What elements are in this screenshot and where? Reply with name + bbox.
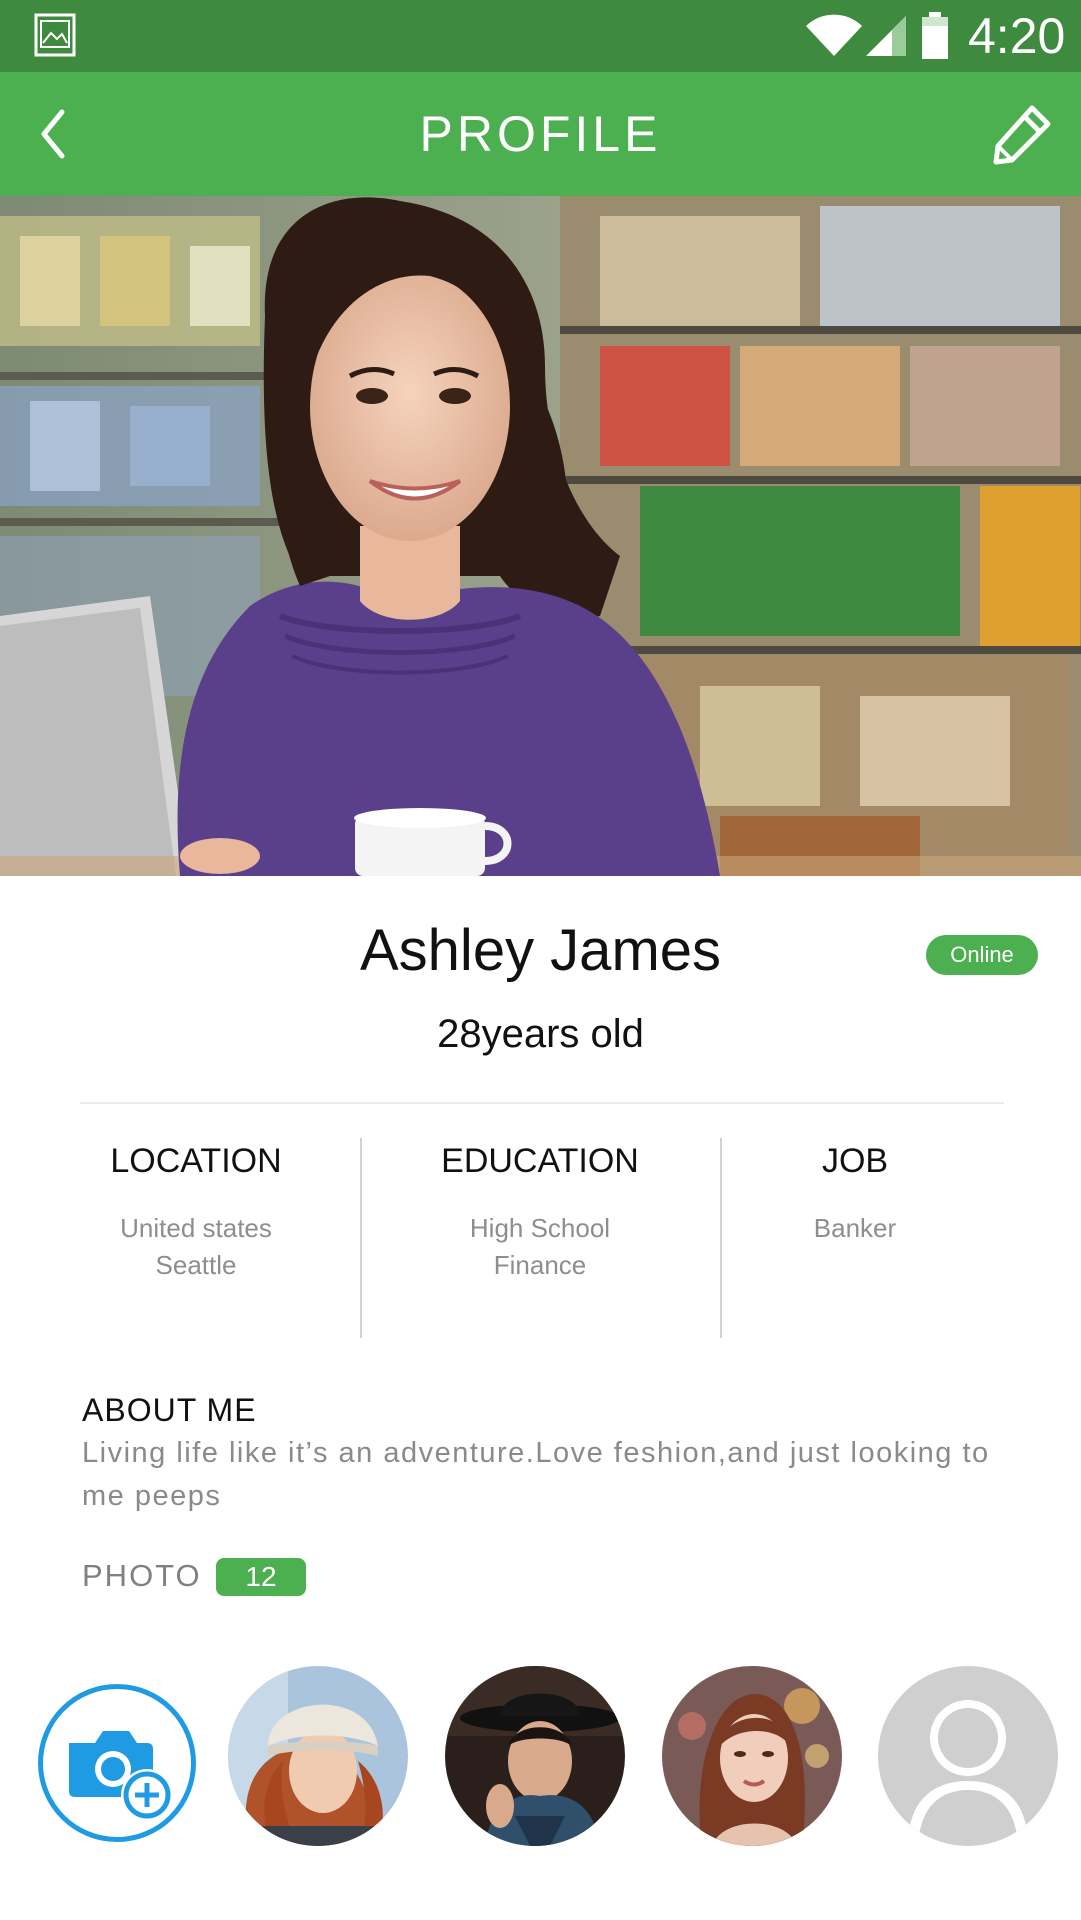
app-bar: PROFILE [0,72,1081,196]
wifi-icon [806,14,862,56]
photo-thumbnail-image [662,1666,842,1846]
edit-profile-button[interactable] [988,98,1060,170]
column-divider [360,1138,362,1338]
column-divider [720,1138,722,1338]
camera-add-icon [69,1731,173,1821]
profile-photo-illustration [0,196,1081,876]
job-info: JOB Banker [770,1140,940,1247]
divider [80,1102,1004,1104]
education-line-2: Finance [493,1250,587,1280]
about-heading: ABOUT ME [82,1392,257,1428]
location-line-2: Seattle [155,1250,237,1280]
education-heading: EDUCATION [441,1142,639,1180]
pencil-icon [993,105,1051,165]
user-placeholder-icon [878,1666,1058,1846]
job-value: Banker [770,1210,940,1247]
photo-thumbnail[interactable] [445,1666,625,1846]
status-time: 4:20 [968,8,1066,64]
add-photo-button[interactable] [38,1684,196,1842]
location-value: United states Seattle [80,1210,312,1284]
battery-icon [922,12,948,59]
about-text: Living life like it’s an adventure.Love … [82,1437,990,1512]
online-status-badge: Online [926,935,1038,975]
photo-thumbnail-image [445,1666,625,1846]
page-title: PROFILE [419,106,662,162]
photo-thumbnail-image [228,1666,408,1846]
job-heading: JOB [821,1142,889,1180]
location-line-1: United states [120,1213,272,1243]
education-line-1: High School [469,1213,611,1243]
education-value: High School Finance [410,1210,670,1284]
job-line-1: Banker [813,1213,897,1243]
location-heading: LOCATION [110,1142,282,1180]
signal-icon [866,16,906,56]
photo-count-badge: 12 [216,1558,306,1596]
photo-thumbnail[interactable] [228,1666,408,1846]
gallery-icon [34,13,76,57]
status-bar: 4:20 [0,0,1081,72]
education-info: EDUCATION High School Finance [410,1140,670,1284]
profile-name: Ashley James [359,918,722,983]
photo-thumbnail-placeholder[interactable] [878,1666,1058,1846]
profile-cover-photo [0,196,1081,876]
location-info: LOCATION United states Seattle [80,1140,312,1284]
photo-thumbnail[interactable] [662,1666,842,1846]
profile-age: 28years old [437,1012,644,1056]
photo-label: PHOTO [82,1558,202,1593]
